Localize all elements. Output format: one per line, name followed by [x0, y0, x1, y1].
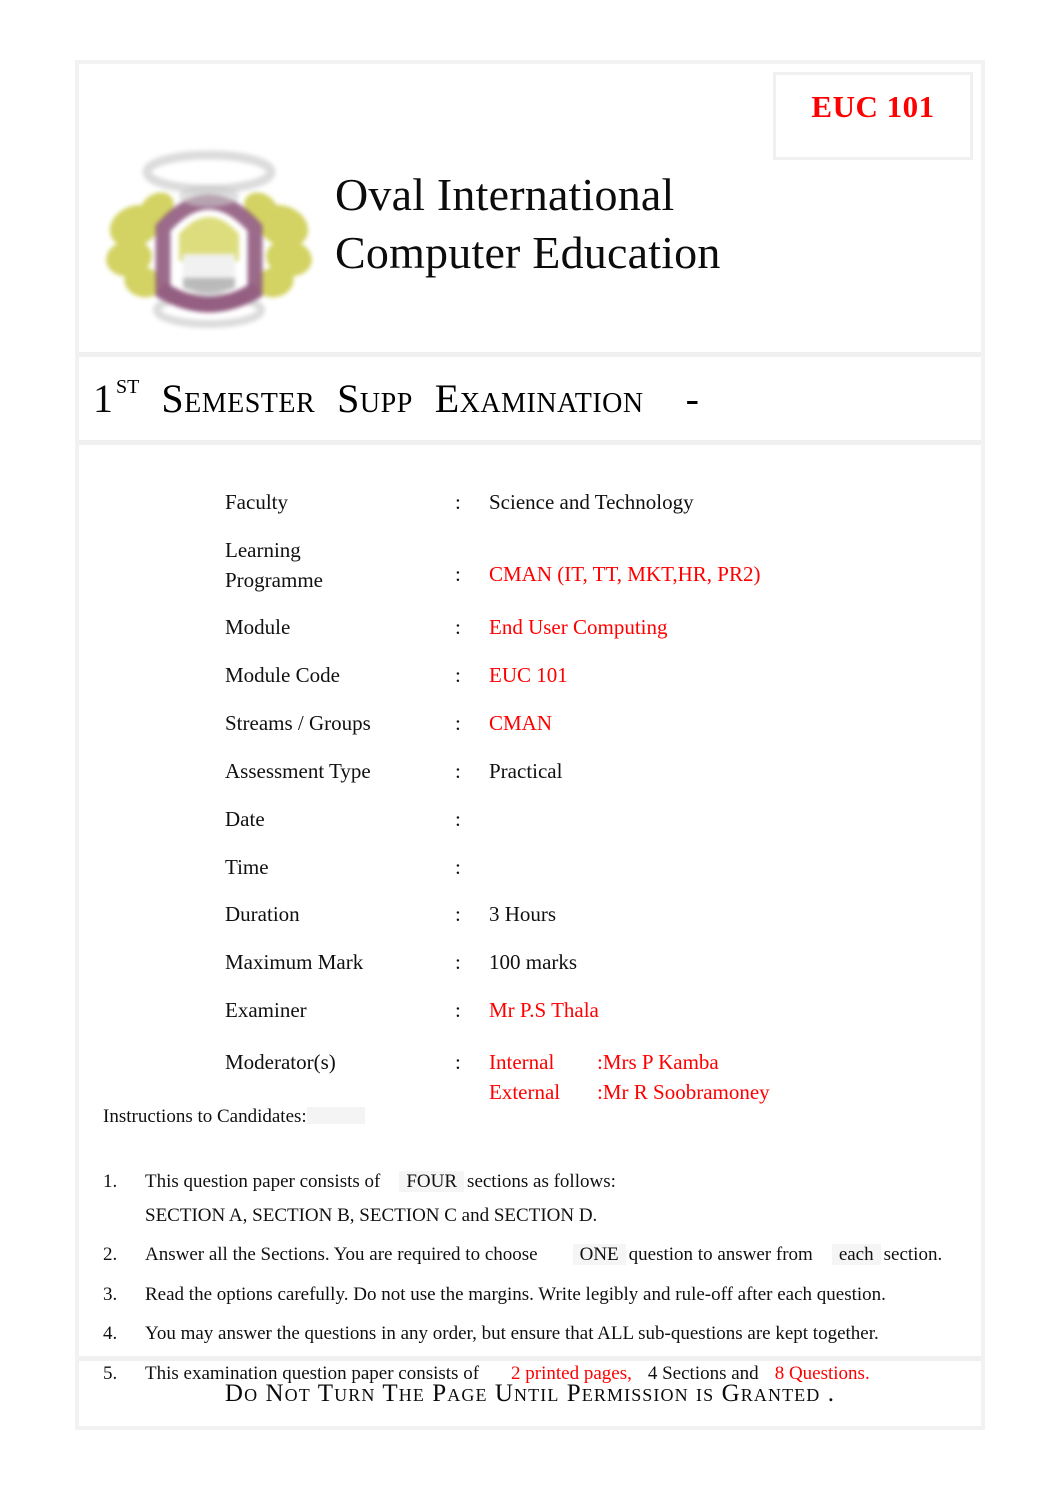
exam-heading-word-supp: Supp: [337, 375, 413, 421]
footer-notice-text: Do Not Turn The Page Until Permission is…: [224, 1379, 836, 1407]
detail-row-maximum-mark: Maximum Mark : 100 marks: [225, 948, 925, 978]
detail-label-maximum-mark: Maximum Mark: [225, 950, 364, 975]
instruction-1-text-b: sections as follows:: [467, 1171, 616, 1192]
divider-below-exam-heading: [79, 440, 981, 445]
detail-row-time: Time :: [225, 853, 925, 883]
instruction-2-text-c: section.: [883, 1244, 943, 1265]
detail-label-faculty: Faculty: [225, 490, 288, 514]
detail-separator: :: [455, 561, 461, 586]
detail-value-moderators: Internal : Mrs P Kamba External : Mr R S…: [489, 1048, 925, 1108]
module-code-badge-text: EUC 101: [811, 89, 935, 124]
instruction-2-highlight-one: ONE: [572, 1244, 626, 1265]
detail-separator: :: [455, 854, 461, 879]
instructions-heading-text: Instructions to Candidates:: [103, 1106, 307, 1127]
instruction-number-1: 1.: [103, 1171, 118, 1192]
instruction-1-subline: SECTION A, SECTION B, SECTION C and SECT…: [145, 1204, 598, 1226]
detail-separator: :: [455, 1049, 461, 1074]
detail-label-learning-programme: Learning Programme: [225, 536, 455, 596]
page-frame-right: [981, 60, 985, 1430]
module-code-badge: EUC 101: [773, 72, 973, 160]
detail-separator: :: [455, 663, 461, 688]
detail-row-duration: Duration : 3 Hours: [225, 900, 925, 930]
detail-value-module: End User Computing: [489, 615, 668, 640]
instructions-heading: Instructions to Candidates:: [103, 1106, 365, 1128]
instruction-body-1: This question paper consists of FOUR secti…: [145, 1168, 973, 1230]
instruction-4-text: You may answer the questions in any orde…: [145, 1323, 879, 1344]
detail-row-module: Module : End User Computing: [225, 613, 925, 643]
detail-label-streams-groups: Streams / Groups: [225, 711, 371, 736]
detail-row-moderators: Moderator(s) : Internal : Mrs P Kamba Ex…: [225, 1048, 925, 1108]
instruction-item-3: 3. Read the options carefully. Do not us…: [103, 1281, 973, 1310]
institution-title-line1: Oval International: [335, 169, 675, 220]
instruction-item-2: 2. Answer all the Sections. You are requ…: [103, 1241, 973, 1270]
institution-title: Oval International Computer Education: [335, 166, 895, 283]
instruction-item-4: 4. You may answer the questions in any o…: [103, 1320, 973, 1349]
detail-row-module-code: Module Code : EUC 101: [225, 661, 925, 691]
detail-label-learning-programme-line1: Learning: [225, 537, 301, 562]
instruction-2-text-b: question to answer from: [628, 1244, 813, 1265]
page-frame-bottom: [75, 1426, 985, 1430]
exam-heading-number: 1: [93, 375, 113, 421]
instruction-body-2: Answer all the Sections. You are require…: [145, 1241, 973, 1270]
exam-details-table: Faculty : Science and Technology Learnin…: [225, 488, 925, 1125]
moderator-external: External : Mr R Soobramoney: [489, 1078, 925, 1108]
detail-value-faculty: Science and Technology: [489, 490, 694, 514]
exam-cover-page: EUC 101 Oval International Computer Educ…: [75, 60, 985, 1430]
header-band: EUC 101 Oval International Computer Educ…: [79, 64, 981, 352]
detail-row-streams-groups: Streams / Groups : CMAN: [225, 709, 925, 739]
detail-separator: :: [455, 615, 461, 640]
detail-label-date: Date: [225, 806, 265, 831]
detail-value-duration: 3 Hours: [489, 902, 557, 927]
footer-notice-band: Do Not Turn The Page Until Permission is…: [79, 1361, 981, 1426]
instruction-3-text: Read the options carefully. Do not use t…: [145, 1283, 886, 1305]
instruction-1-highlight-four: FOUR: [399, 1171, 465, 1192]
detail-value-module-code: EUC 101: [489, 663, 568, 688]
detail-row-assessment-type: Assessment Type : Practical: [225, 757, 925, 787]
instruction-item-1: 1. This question paper consists of FOUR se…: [103, 1168, 973, 1230]
exam-heading: 1st Semester Supp Examination -: [79, 357, 981, 440]
instruction-number-3: 3.: [103, 1283, 118, 1305]
detail-label-moderators: Moderator(s): [225, 1049, 336, 1074]
detail-label-duration: Duration: [225, 902, 300, 927]
instruction-number-4: 4.: [103, 1323, 118, 1344]
detail-label-module-code: Module Code: [225, 663, 340, 688]
exam-heading-ordinal: st: [116, 376, 140, 398]
detail-separator: :: [455, 902, 461, 927]
instruction-2-text-a: Answer all the Sections. You are require…: [145, 1244, 538, 1265]
detail-label-assessment-type: Assessment Type: [225, 758, 371, 783]
detail-label-learning-programme-line2: Programme: [225, 567, 323, 592]
detail-separator: :: [455, 711, 461, 736]
exam-heading-dash: -: [685, 375, 699, 421]
exam-heading-word-semester: Semester: [161, 375, 316, 421]
detail-label-module: Module: [225, 615, 291, 640]
detail-value-learning-programme: CMAN (IT, TT, MKT,HR, PR2): [489, 561, 761, 586]
instruction-2-highlight-each: each: [831, 1244, 881, 1265]
detail-value-maximum-mark: 100 marks: [489, 950, 578, 975]
detail-separator: :: [455, 950, 461, 975]
detail-row-date: Date :: [225, 805, 925, 835]
detail-separator: :: [455, 806, 461, 831]
moderator-external-kind: External: [489, 1079, 561, 1104]
detail-row-faculty: Faculty : Science and Technology: [225, 488, 925, 518]
detail-label-examiner: Examiner: [225, 997, 307, 1022]
detail-row-examiner: Examiner : Mr P.S Thala: [225, 996, 925, 1026]
instruction-number-2: 2.: [103, 1244, 118, 1265]
moderator-internal-name: Mrs P Kamba: [602, 1049, 719, 1074]
moderator-internal-kind: Internal: [489, 1049, 555, 1074]
institution-title-line2: Computer Education: [335, 227, 721, 279]
detail-value-assessment-type: Practical: [489, 758, 563, 783]
moderator-external-name: Mr R Soobramoney: [602, 1079, 770, 1104]
detail-separator: :: [455, 758, 461, 783]
instruction-1-text-a: This question paper consists of: [145, 1171, 381, 1192]
detail-value-examiner: Mr P.S Thala: [489, 997, 599, 1022]
detail-value-streams-groups: CMAN: [489, 711, 553, 736]
detail-row-learning-programme: Learning Programme : CMAN (IT, TT, MKT,H…: [225, 536, 925, 596]
institution-crest-logo: [99, 142, 319, 332]
exam-heading-word-examination: Examination: [434, 375, 644, 421]
moderator-internal: Internal : Mrs P Kamba: [489, 1048, 925, 1078]
detail-label-time: Time: [225, 854, 269, 879]
detail-separator: :: [455, 490, 461, 514]
detail-separator: :: [455, 997, 461, 1022]
instructions-heading-shade: [306, 1107, 365, 1124]
